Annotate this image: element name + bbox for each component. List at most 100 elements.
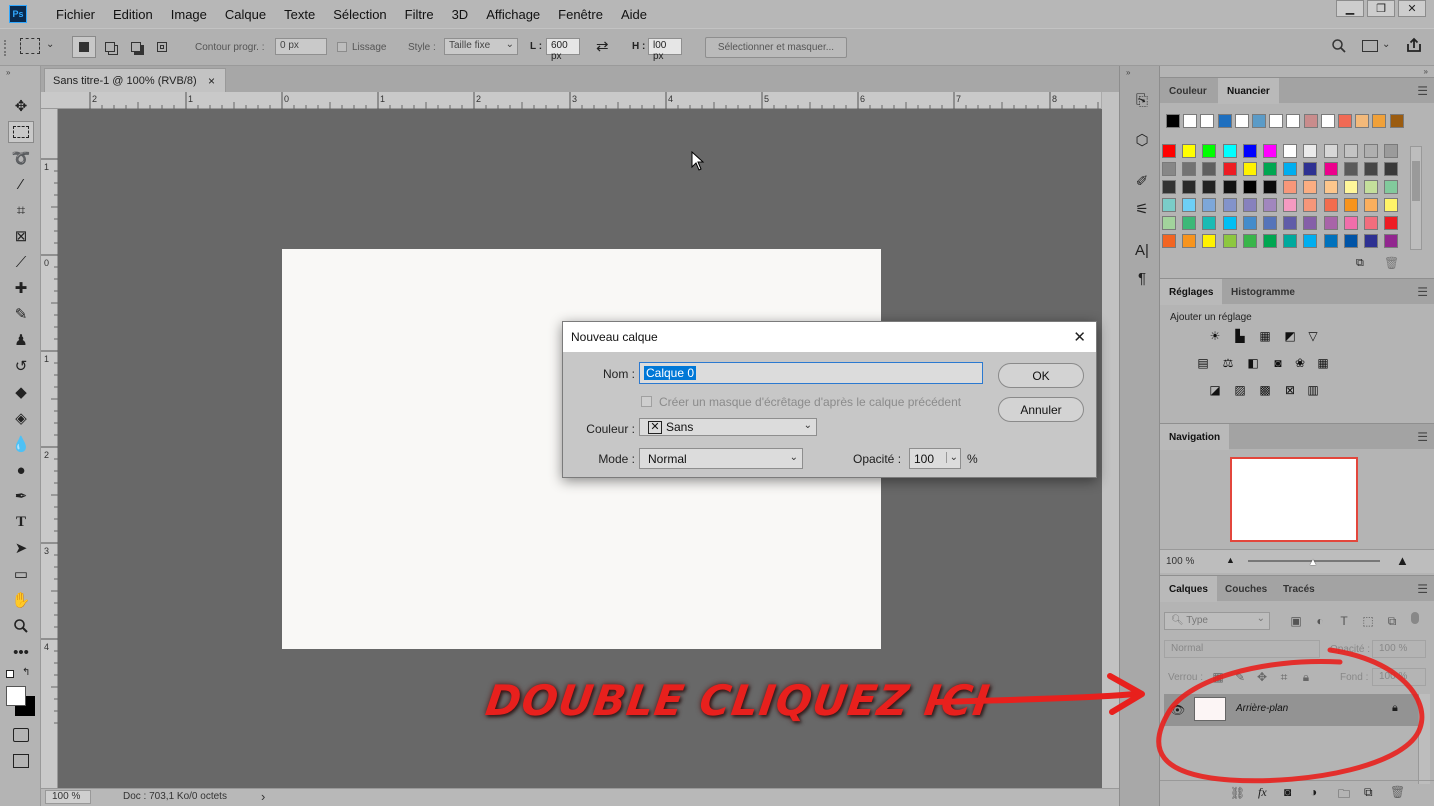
restore-button[interactable]: ❐: [1367, 0, 1395, 17]
swatches-scrollbar[interactable]: [1410, 146, 1422, 250]
eraser-icon[interactable]: ◆: [8, 381, 34, 403]
swatch[interactable]: [1263, 198, 1277, 212]
swatch[interactable]: [1283, 180, 1298, 194]
swatch[interactable]: [1323, 234, 1338, 248]
posterize-icon[interactable]: ▨: [1232, 383, 1248, 397]
filter-adjustment-icon[interactable]: ◐: [1312, 614, 1328, 628]
swatch[interactable]: [1162, 180, 1176, 194]
swatch[interactable]: [1343, 162, 1358, 176]
swatch[interactable]: [1252, 114, 1266, 128]
swatch[interactable]: [1384, 144, 1399, 158]
healing-icon[interactable]: ✚: [8, 277, 34, 299]
swatch[interactable]: [1364, 198, 1378, 212]
swatch[interactable]: [1323, 198, 1338, 212]
swatch[interactable]: [1242, 216, 1257, 230]
tab-navigation[interactable]: Navigation: [1160, 424, 1230, 450]
swatch[interactable]: [1283, 162, 1298, 176]
zoom-in-icon[interactable]: ▲: [1396, 553, 1409, 568]
close-window-button[interactable]: ✕: [1398, 0, 1426, 17]
swatch[interactable]: [1242, 144, 1257, 158]
frame-icon[interactable]: ⊠: [8, 225, 34, 247]
selective-color-icon[interactable]: ⊠: [1282, 383, 1298, 397]
brush-icon[interactable]: ✎: [8, 303, 34, 325]
swatch[interactable]: [1222, 234, 1237, 248]
quick-mask-icon[interactable]: [13, 728, 29, 742]
path-select-icon[interactable]: ➤: [8, 537, 34, 559]
height-input[interactable]: l00 px: [648, 38, 682, 62]
swatch[interactable]: [1323, 180, 1338, 194]
chevron-down-icon[interactable]: ⌄: [1382, 39, 1390, 50]
swatch[interactable]: [1222, 216, 1237, 230]
color-select[interactable]: ✕ Sans ⌄: [639, 418, 817, 436]
mode-select[interactable]: Normal ⌄: [639, 448, 803, 469]
style-select[interactable]: Taille fixe ⌄: [444, 38, 518, 55]
menu-image[interactable]: Image: [162, 7, 216, 22]
close-icon[interactable]: ✕: [1073, 328, 1086, 346]
swatch[interactable]: [1323, 144, 1338, 158]
swatch[interactable]: [1389, 114, 1404, 128]
swatch[interactable]: [1323, 162, 1338, 176]
close-icon[interactable]: ×: [208, 74, 215, 88]
workspace-icon[interactable]: [1362, 40, 1378, 52]
swatch[interactable]: [1283, 144, 1298, 158]
swatch[interactable]: [1372, 114, 1387, 128]
swatch[interactable]: [1222, 180, 1237, 194]
swatch[interactable]: [1303, 180, 1318, 194]
swatch[interactable]: [1162, 144, 1176, 158]
hand-icon[interactable]: ✋: [8, 589, 34, 611]
tab-traces[interactable]: Tracés: [1274, 576, 1324, 602]
swatch[interactable]: [1234, 114, 1249, 128]
clip-mask-checkbox[interactable]: [641, 396, 652, 407]
photo-filter-icon[interactable]: ◙: [1270, 356, 1286, 370]
swatch[interactable]: [1162, 162, 1176, 176]
ok-button[interactable]: OK: [998, 363, 1084, 388]
panel-menu-icon[interactable]: ☰: [1417, 430, 1428, 444]
menu-fenetre[interactable]: Fenêtre: [549, 7, 612, 22]
panel-menu-icon[interactable]: ☰: [1417, 582, 1428, 596]
swatch[interactable]: [1263, 216, 1277, 230]
swatch[interactable]: [1303, 114, 1318, 128]
swatch[interactable]: [1162, 216, 1176, 230]
swatch[interactable]: [1320, 114, 1335, 128]
filter-pixel-icon[interactable]: ▣: [1288, 614, 1304, 628]
swatch[interactable]: [1182, 216, 1197, 230]
properties-icon[interactable]: ⚟: [1132, 199, 1152, 219]
zoom-out-icon[interactable]: ▲: [1226, 555, 1235, 565]
hue-saturation-icon[interactable]: ▤: [1195, 356, 1211, 370]
gradient-map-icon[interactable]: ▥: [1305, 383, 1321, 397]
collapse-icon[interactable]: »: [1424, 67, 1428, 76]
swatch[interactable]: [1384, 198, 1399, 212]
opacity-input[interactable]: 100 ⌄: [909, 448, 961, 469]
swap-colors-icon[interactable]: ↰: [22, 667, 30, 678]
swatch[interactable]: [1303, 198, 1318, 212]
swatch[interactable]: [1283, 198, 1298, 212]
intersect-selection-icon[interactable]: [150, 36, 174, 58]
tab-couches[interactable]: Couches: [1216, 576, 1276, 602]
swatch[interactable]: [1343, 234, 1358, 248]
zoom-icon[interactable]: [8, 615, 34, 637]
swatch[interactable]: [1202, 144, 1217, 158]
history-brush-icon[interactable]: ↺: [8, 355, 34, 377]
swatch[interactable]: [1283, 234, 1298, 248]
swatch[interactable]: [1343, 180, 1358, 194]
foreground-color-swatch[interactable]: [6, 686, 26, 706]
marquee-icon[interactable]: [8, 121, 34, 143]
collapse-icon[interactable]: »: [1126, 68, 1130, 77]
swatch[interactable]: [1162, 234, 1176, 248]
menu-3d[interactable]: 3D: [443, 7, 478, 22]
select-and-mask-button[interactable]: Sélectionner et masquer...: [705, 37, 847, 58]
curves-icon[interactable]: ▦: [1257, 329, 1273, 343]
menu-selection[interactable]: Sélection: [324, 7, 395, 22]
swatch[interactable]: [1242, 180, 1257, 194]
swatch[interactable]: [1202, 198, 1217, 212]
swatch[interactable]: [1303, 162, 1318, 176]
new-selection-icon[interactable]: [72, 36, 96, 58]
menu-fichier[interactable]: Fichier: [47, 7, 104, 22]
brightness-icon[interactable]: ☀: [1207, 329, 1223, 343]
lasso-icon[interactable]: ➰: [8, 147, 34, 169]
chevron-down-icon[interactable]: ⌄: [945, 452, 958, 463]
swatch[interactable]: [1242, 234, 1257, 248]
swatch[interactable]: [1182, 144, 1197, 158]
menu-texte[interactable]: Texte: [275, 7, 324, 22]
swatch[interactable]: [1303, 234, 1318, 248]
